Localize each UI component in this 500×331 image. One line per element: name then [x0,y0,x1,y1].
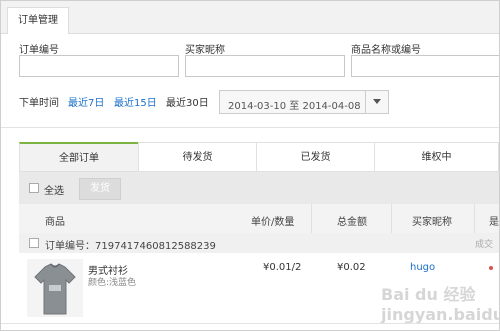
order-no-input[interactable] [19,55,179,77]
column-buyer: 买家昵称 [412,217,452,228]
recent-7-days-link[interactable]: 最近7日 [68,94,104,109]
date-range-dropdown-button[interactable] [365,91,388,113]
order-header-row: 订单编号：7197417460812588239 成交 [19,233,499,254]
order-status-tabs: 全部订单 待发货 已发货 维权中 [19,142,499,172]
buyer-nickname-link[interactable]: hugo [410,262,435,273]
ship-button[interactable]: 发货 [79,178,121,200]
column-total: 总金额 [337,217,367,228]
order-checkbox[interactable] [29,238,39,248]
date-range-value: 2014-03-10 至 2014-04-08 [228,101,361,112]
order-time-label: 下单时间 [19,98,59,109]
product-color: 颜色:浅蓝色 [88,278,137,288]
order-table-header: 商品 单价/数量 总金额 买家昵称 是 [19,204,499,234]
tab-shipped[interactable]: 已发货 [256,142,375,172]
buyer-nickname-input[interactable] [185,55,345,77]
bulk-action-toolbar: 全选 发货 [19,172,499,205]
recent-15-days-link[interactable]: 最近15日 [114,94,157,109]
order-number: 订单编号：7197417460812588239 [45,241,216,252]
column-divider [474,204,475,233]
column-divider [311,204,312,233]
tab-all-orders[interactable]: 全部订单 [19,142,139,172]
select-all-label: 全选 [44,186,64,197]
tshirt-image [34,263,76,315]
section-divider [1,127,499,128]
order-no-label: 订单编号 [19,45,59,56]
total-amount: ¥0.02 [337,262,366,273]
product-name-input[interactable] [351,55,499,77]
tab-pending-shipment[interactable]: 待发货 [138,142,257,172]
order-management-panel: 订单管理 订单编号 买家昵称 商品名称或编号 下单时间 最近7日 最近15日 最… [0,0,500,331]
column-price-qty: 单价/数量 [251,217,295,228]
date-range-picker[interactable]: 2014-03-10 至 2014-04-08 [219,90,389,114]
buyer-nickname-label: 买家昵称 [185,45,225,56]
bottom-border [1,323,499,324]
chevron-down-icon [373,99,381,104]
status-dot-icon [489,266,493,270]
order-status-partial: 成交 [475,240,494,250]
top-tab-bar: 订单管理 [1,1,499,34]
product-thumbnail[interactable] [27,259,83,317]
product-name-label: 商品名称或编号 [351,45,421,56]
tab-order-management[interactable]: 订单管理 [7,7,69,34]
column-divider [391,204,392,233]
baidu-watermark: Bai du 经验 jingyan.baidu.com [381,285,499,324]
select-all-checkbox[interactable] [29,183,39,193]
unit-price-quantity: ¥0.01/2 [263,262,302,273]
recent-30-days-link[interactable]: 最近30日 [166,94,209,109]
column-product: 商品 [45,217,65,228]
tab-disputes[interactable]: 维权中 [374,142,499,172]
column-status: 是 [489,217,499,228]
